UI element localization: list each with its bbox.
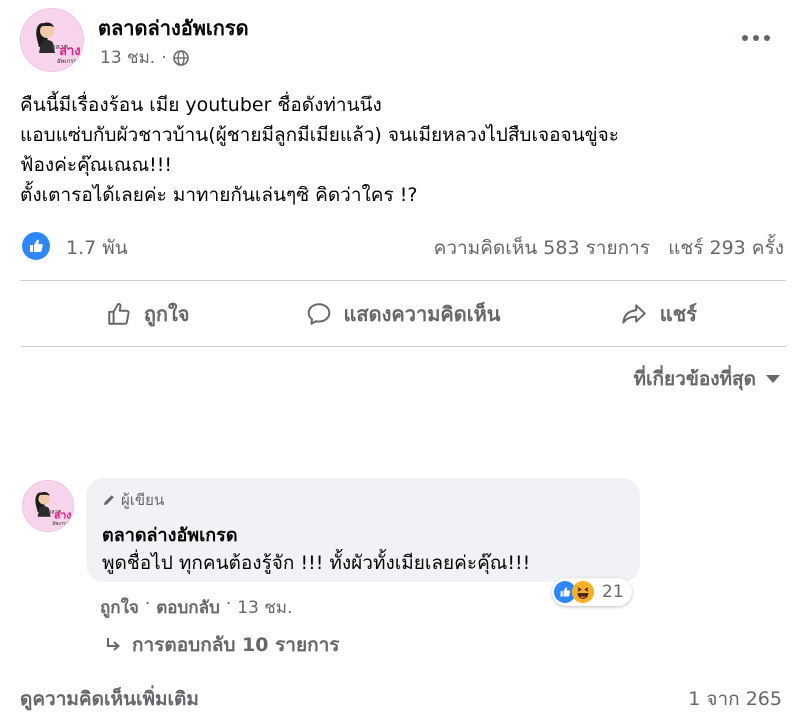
- caret-down-icon: [766, 375, 780, 383]
- comment-bubble: ผู้เขียน ตลาดล่างอัพเกรด พูดชื่อไป ทุกคน…: [86, 478, 640, 582]
- globe-icon: [172, 49, 189, 66]
- comment-time[interactable]: 13 ชม.: [237, 594, 292, 621]
- post-text-line: ฟ้องค่ะคุ๊ณเณณ!!!: [20, 154, 172, 176]
- share-button[interactable]: แชร์: [531, 286, 786, 342]
- reaction-count[interactable]: 1.7 พัน: [66, 233, 128, 263]
- sort-label: ที่เกี่ยวข้องที่สุด: [633, 368, 756, 390]
- reply-arrow-icon: [107, 638, 121, 651]
- comment-reaction-count: 21: [602, 582, 624, 602]
- share-label: แชร์: [659, 302, 697, 326]
- like-button[interactable]: ถูกใจ: [20, 286, 275, 342]
- logo-word-2: ล่าง: [54, 509, 72, 521]
- comment-icon: [307, 303, 330, 325]
- author-badge-label: ผู้เขียน: [121, 491, 165, 509]
- more-horizontal-icon[interactable]: [736, 26, 776, 50]
- replies-label: การตอบกลับ 10 รายการ: [132, 634, 340, 656]
- comment-reactions[interactable]: 21: [552, 578, 632, 606]
- logo-word-2: ล่าง: [59, 44, 81, 59]
- post-meta: 13 ชม. ·: [100, 44, 189, 71]
- comment-text: พูดชื่อไป ทุกคนต้องรู้จัก !!! ทั้งผัวทั้…: [102, 552, 531, 574]
- comment-sort-dropdown[interactable]: ที่เกี่ยวข้องที่สุด: [634, 364, 780, 394]
- reaction-summary: 1.7 พัน ความคิดเห็น 583 รายการ แชร์ 293 …: [20, 228, 790, 262]
- share-arrow-icon: [621, 304, 646, 324]
- view-replies-link[interactable]: การตอบกลับ 10 รายการ: [104, 630, 339, 660]
- comment-actions-separator: ·: [144, 594, 151, 614]
- divider: [20, 346, 786, 347]
- post-header: ตลาด ล่าง อัพเกรด ตลาดล่างอัพเกรด 13 ชม.…: [0, 0, 800, 84]
- comment-button[interactable]: แสดงความคิดเห็น: [275, 286, 530, 342]
- page-avatar[interactable]: ตลาด ล่าง อัพเกรด: [20, 8, 84, 72]
- like-label: ถูกใจ: [143, 302, 190, 326]
- author-badge: ผู้เขียน: [102, 488, 164, 512]
- pencil-icon: [104, 495, 114, 505]
- haha-reaction-icon: [572, 581, 594, 603]
- comment-reply-link[interactable]: ตอบกลับ: [156, 594, 220, 621]
- post-text-line: แอบแซ่บกับผัวชาวบ้าน(ผู้ชายมีลูกมีเมียแล…: [20, 124, 619, 146]
- comment-pagination: 1 จาก 265: [688, 688, 782, 710]
- post-time[interactable]: 13 ชม.: [100, 44, 155, 71]
- share-count[interactable]: แชร์ 293 ครั้ง: [668, 237, 784, 259]
- logo-word-3: อัพเกรด: [52, 521, 69, 527]
- comment-avatar[interactable]: ตลาด ล่าง อัพเกรด: [22, 480, 74, 532]
- page-avatar-logo: ตลาด ล่าง อัพเกรด: [21, 9, 83, 71]
- comment-label: แสดงความคิดเห็น: [343, 302, 501, 326]
- like-reaction-icon[interactable]: [22, 232, 50, 260]
- thumbs-up-icon: [108, 303, 130, 325]
- post-text-line: ตั้งเตารอได้เลยค่ะ มาทายกันเล่นๆซิ คิดว่…: [20, 184, 418, 206]
- logo-word-3: อัพเกรด: [57, 58, 77, 65]
- comment-share-counts: ความคิดเห็น 583 รายการ แชร์ 293 ครั้ง: [434, 233, 784, 263]
- page-name[interactable]: ตลาดล่างอัพเกรด: [98, 12, 249, 44]
- view-more-comments-link[interactable]: ดูความคิดเห็นเพิ่มเติม: [20, 684, 199, 714]
- comment-actions-separator: ·: [225, 594, 232, 614]
- divider: [20, 280, 786, 281]
- meta-separator: ·: [161, 47, 167, 68]
- post-actions: ถูกใจ แสดงความคิดเห็น แชร์: [20, 286, 786, 342]
- comment-avatar-logo: ตลาด ล่าง อัพเกรด: [23, 481, 73, 531]
- post-body: คืนนี้มีเรื่องร้อน เมีย youtuber ชื่อดัง…: [20, 90, 790, 210]
- comment-author-name[interactable]: ตลาดล่างอัพเกรด: [102, 520, 238, 549]
- comment-like-link[interactable]: ถูกใจ: [100, 594, 139, 621]
- comment-actions: ถูกใจ · ตอบกลับ · 13 ชม.: [100, 594, 292, 621]
- post-text-line: คืนนี้มีเรื่องร้อน เมีย youtuber ชื่อดัง…: [20, 94, 382, 116]
- comment-count[interactable]: ความคิดเห็น 583 รายการ: [434, 237, 650, 259]
